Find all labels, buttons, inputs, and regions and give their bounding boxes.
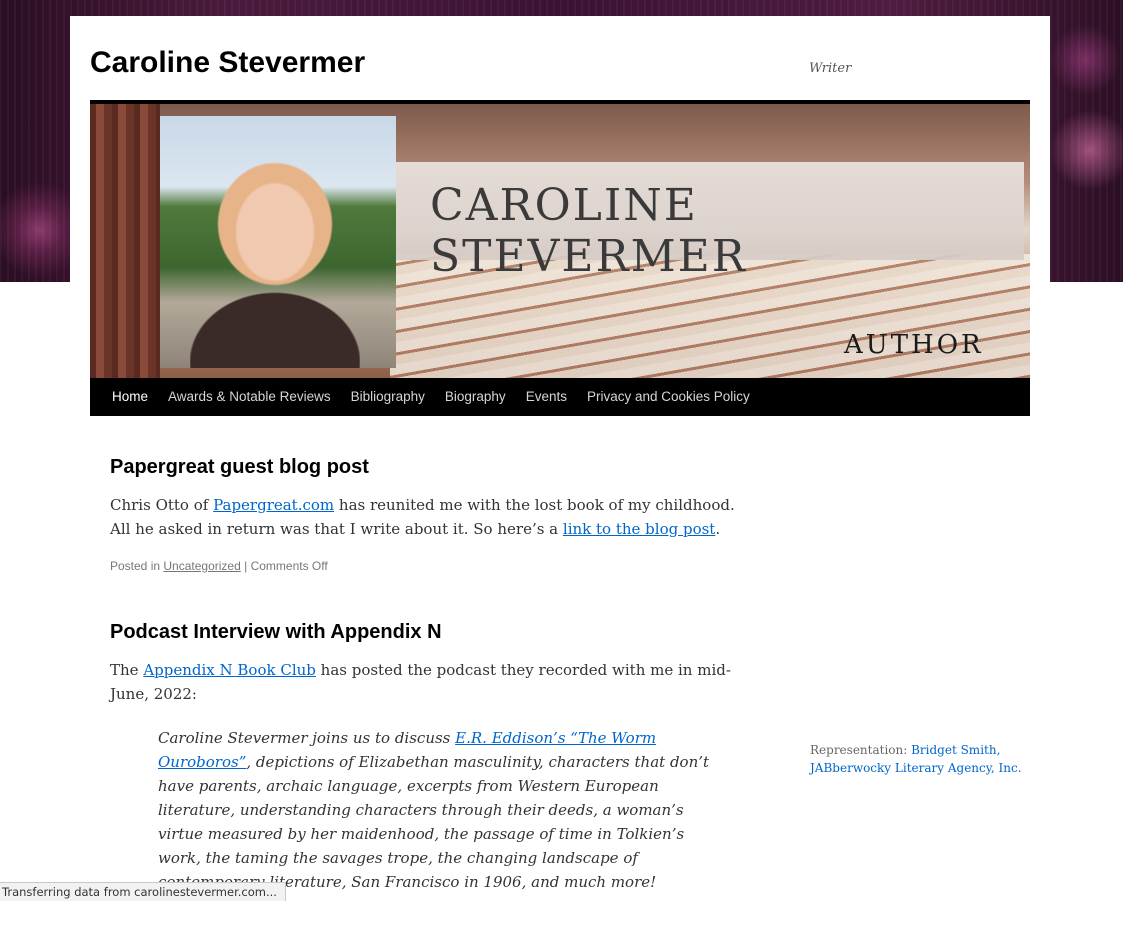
page-container: Caroline Stevermer Writer CAROLINE STEVE…	[70, 16, 1050, 901]
appendix-n-link[interactable]: Appendix N Book Club	[143, 661, 316, 679]
post-meta: Posted in Uncategorized | Comments Off	[110, 559, 750, 573]
main-content: Papergreat guest blog post Chris Otto of…	[110, 456, 750, 942]
banner-author-subtitle: AUTHOR	[844, 330, 984, 360]
banner-curtain	[90, 104, 160, 382]
browser-status-bar: Transferring data from carolinestevermer…	[0, 882, 286, 901]
post-body: Chris Otto of Papergreat.com has reunite…	[110, 493, 750, 541]
blog-post: Papergreat guest blog post Chris Otto of…	[110, 456, 750, 573]
nav-item-awards[interactable]: Awards & Notable Reviews	[158, 378, 341, 416]
blog-post-link[interactable]: link to the blog post	[563, 520, 715, 538]
banner-author-name: CAROLINE STEVERMER	[430, 180, 747, 282]
meta-prefix: Posted in	[110, 559, 164, 573]
post-text: The	[110, 661, 144, 679]
meta-separator: |	[240, 559, 251, 573]
post-text: .	[715, 520, 721, 538]
papergreat-link[interactable]: Papergreat.com	[213, 496, 334, 514]
author-portrait	[190, 162, 360, 368]
nav-item-privacy[interactable]: Privacy and Cookies Policy	[577, 378, 760, 416]
podcast-quote: Caroline Stevermer joins us to discuss E…	[158, 726, 718, 894]
nav-item-events[interactable]: Events	[516, 378, 577, 416]
post-body: The Appendix N Book Club has posted the …	[110, 658, 750, 706]
nav-item-biography[interactable]: Biography	[435, 378, 516, 416]
nav-item-bibliography[interactable]: Bibliography	[341, 378, 435, 416]
author-photo	[160, 116, 396, 368]
quote-text: , depictions of Elizabethan masculinity,…	[158, 753, 710, 891]
post-text: Chris Otto of	[110, 496, 214, 514]
nav-item-home[interactable]: Home	[102, 378, 158, 416]
site-title[interactable]: Caroline Stevermer	[90, 46, 365, 80]
representation-label: Representation:	[810, 743, 912, 757]
site-tagline: Writer	[809, 61, 852, 76]
header-banner-image: CAROLINE STEVERMER AUTHOR	[90, 100, 1030, 382]
post-title[interactable]: Podcast Interview with Appendix N	[110, 621, 750, 644]
comments-status: Comments Off	[250, 559, 328, 573]
sidebar-representation: Representation: Bridget Smith, JABberwoc…	[810, 741, 1030, 777]
blog-post: Podcast Interview with Appendix N The Ap…	[110, 621, 750, 894]
quote-text: Caroline Stevermer joins us to discuss	[158, 729, 456, 747]
main-navigation: Home Awards & Notable Reviews Bibliograp…	[90, 378, 1030, 416]
post-title[interactable]: Papergreat guest blog post	[110, 456, 750, 479]
category-link[interactable]: Uncategorized	[163, 559, 240, 573]
